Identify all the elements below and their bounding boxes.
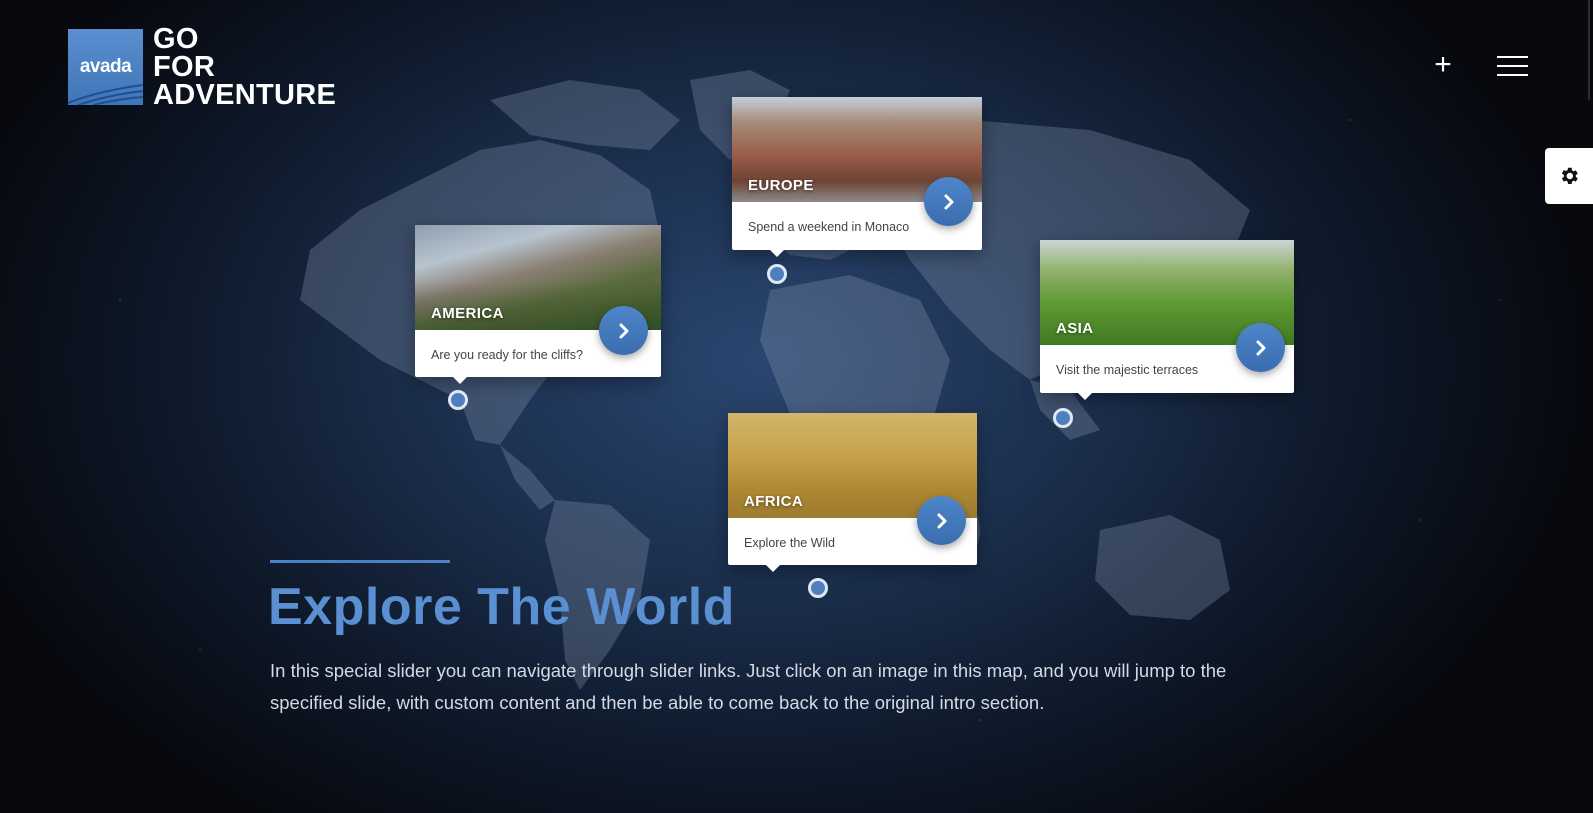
page-heading: Explore The World <box>268 578 735 636</box>
menu-bar-middle <box>1497 65 1528 67</box>
card-asia-label: ASIA <box>1056 320 1094 337</box>
chevron-right-icon <box>937 513 946 528</box>
map-pin-asia[interactable] <box>1053 408 1073 428</box>
card-europe[interactable]: EUROPE Spend a weekend in Monaco <box>732 97 982 257</box>
chevron-right-icon <box>944 194 953 209</box>
africa-next-button[interactable] <box>917 496 966 545</box>
europe-next-button[interactable] <box>924 177 973 226</box>
america-next-button[interactable] <box>599 306 648 355</box>
site-title-line-2: FOR <box>153 51 216 83</box>
brand-logo[interactable]: avada <box>68 29 143 105</box>
site-title-line-1: GO <box>153 23 199 55</box>
map-pin-america[interactable] <box>448 390 468 410</box>
map-pin-europe[interactable] <box>767 264 787 284</box>
card-africa-label: AFRICA <box>744 493 804 510</box>
card-europe-label: EUROPE <box>748 177 814 194</box>
logo-wave-graphic <box>68 84 143 105</box>
card-america-label: AMERICA <box>431 305 504 322</box>
site-title[interactable]: GO FOR ADVENTURE <box>153 23 337 111</box>
scrollbar-edge <box>1588 0 1590 100</box>
hamburger-menu-icon[interactable] <box>1497 56 1528 78</box>
heading-accent-line <box>270 560 450 563</box>
chevron-right-icon <box>1256 340 1265 355</box>
plus-icon[interactable]: + <box>1428 50 1458 80</box>
asia-next-button[interactable] <box>1236 323 1285 372</box>
menu-bar-top <box>1497 56 1528 58</box>
gear-icon <box>1561 167 1578 184</box>
intro-paragraph: In this special slider you can navigate … <box>270 660 1227 713</box>
chevron-right-icon <box>619 323 628 338</box>
menu-bar-bottom <box>1497 74 1528 76</box>
settings-tab[interactable] <box>1545 148 1593 204</box>
map-pin-africa[interactable] <box>808 578 828 598</box>
logo-text: avada <box>79 56 132 77</box>
site-title-line-3: ADVENTURE <box>153 79 337 111</box>
